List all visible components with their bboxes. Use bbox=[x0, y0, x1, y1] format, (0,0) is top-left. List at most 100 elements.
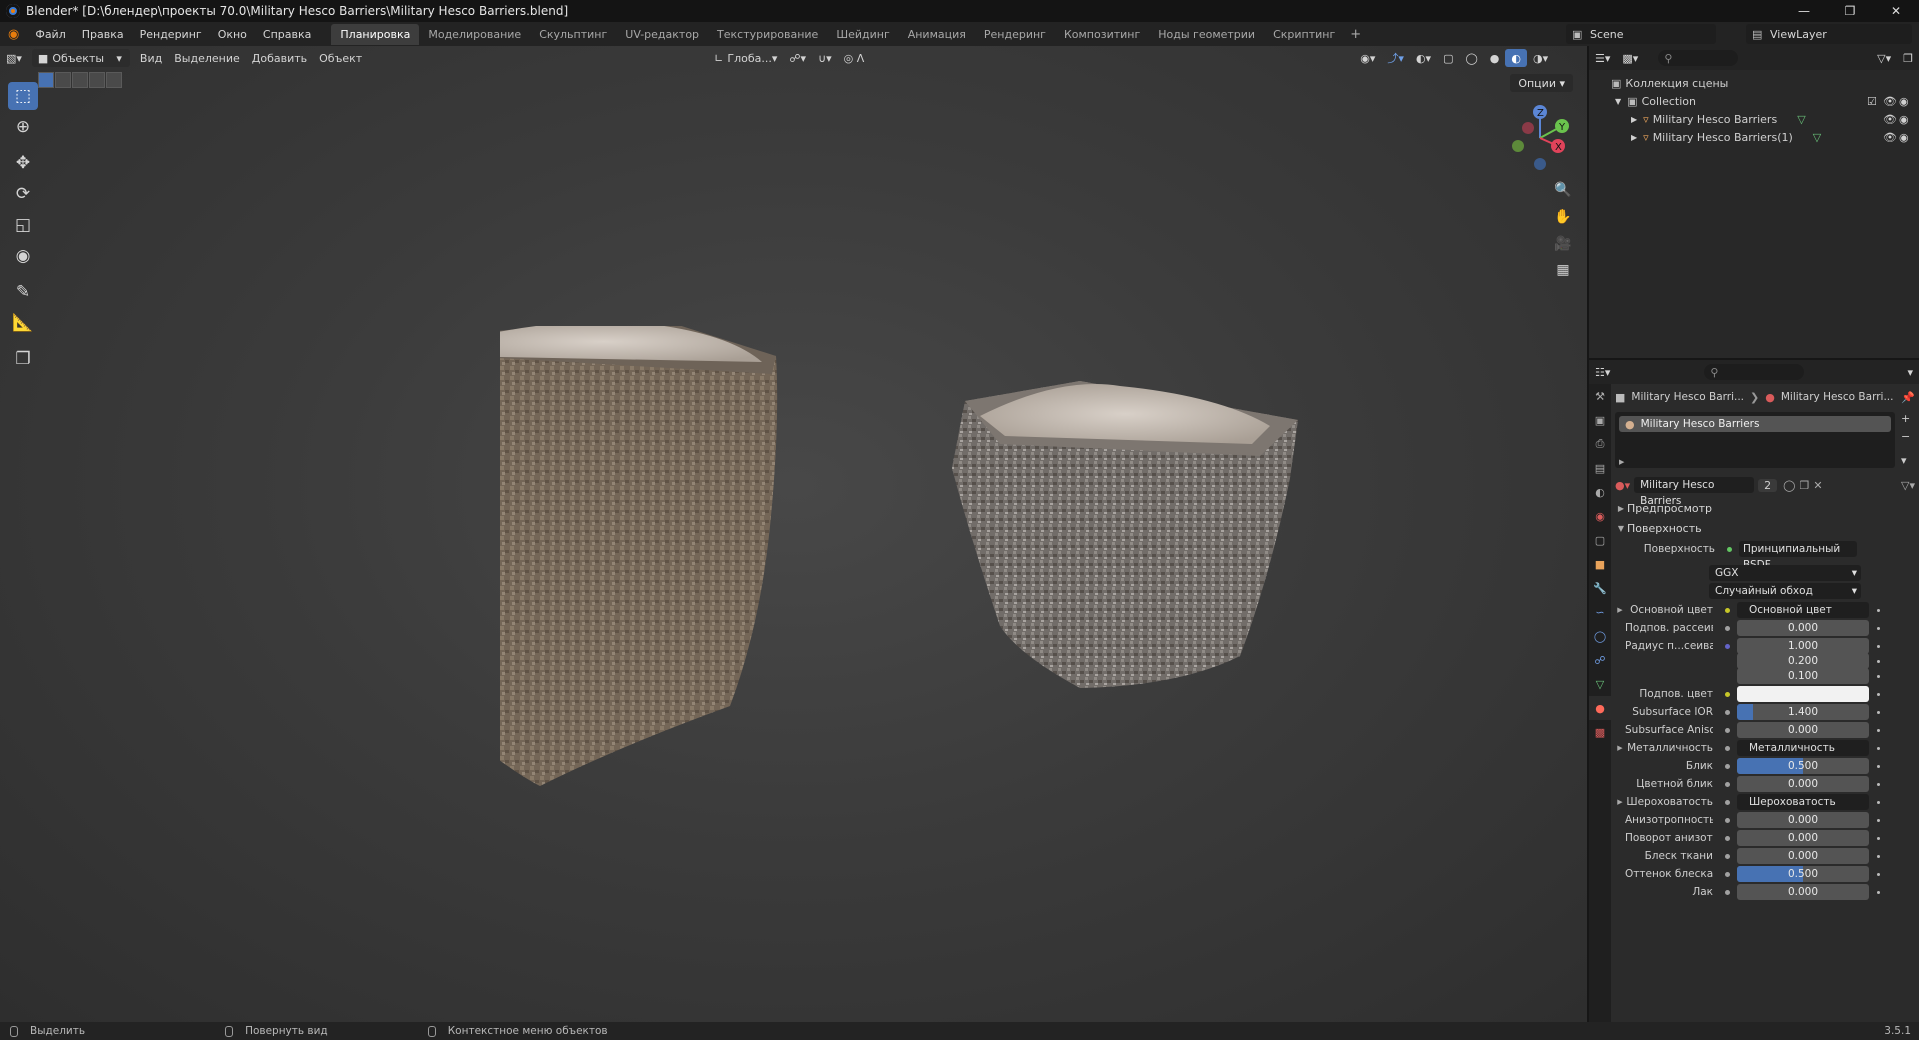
overlay-icon[interactable]: ◐▾ bbox=[1410, 49, 1437, 67]
keyframe-dot-icon[interactable] bbox=[1877, 728, 1880, 732]
menu-add[interactable]: Добавить bbox=[246, 49, 313, 67]
keyframe-dot-icon[interactable] bbox=[1877, 818, 1880, 822]
outliner-collection[interactable]: ▼ ▣ Collection ☑ 👁 ◉ bbox=[1589, 92, 1919, 110]
material-tab-icon[interactable]: ● bbox=[1589, 696, 1611, 720]
fake-user-icon[interactable]: ◯ bbox=[1783, 479, 1795, 492]
eye-icon[interactable]: 👁 bbox=[1883, 113, 1897, 126]
value-slider[interactable]: 0.500 bbox=[1737, 866, 1869, 882]
tab-modeling[interactable]: Моделирование bbox=[419, 24, 530, 45]
remove-slot-icon[interactable]: − bbox=[1901, 430, 1910, 443]
tab-texture-paint[interactable]: Текстурирование bbox=[708, 24, 827, 45]
keyframe-dot-icon[interactable] bbox=[1877, 746, 1880, 750]
transform-icon[interactable]: ◉ bbox=[8, 242, 38, 270]
select-invert-icon[interactable] bbox=[89, 72, 105, 88]
list-expand-icon[interactable]: ▶ bbox=[1619, 458, 1624, 466]
particles-tab-icon[interactable]: ∽ bbox=[1589, 600, 1611, 624]
linked-input-field[interactable]: Металличность bbox=[1737, 740, 1869, 756]
pan-hand-icon[interactable]: ✋ bbox=[1551, 205, 1575, 229]
outliner-scene-collection[interactable]: ▣ Коллекция сцены bbox=[1589, 74, 1919, 92]
tab-rendering[interactable]: Рендеринг bbox=[975, 24, 1055, 45]
add-slot-icon[interactable]: + bbox=[1901, 412, 1910, 425]
keyframe-dot-icon[interactable] bbox=[1877, 692, 1880, 696]
expand-link-icon[interactable]: ▶ bbox=[1615, 798, 1625, 806]
material-shading-icon[interactable]: ◐ bbox=[1505, 49, 1527, 67]
socket-icon[interactable] bbox=[1721, 763, 1733, 769]
proportional-edit-icon[interactable]: ◎ Λ bbox=[838, 49, 871, 67]
value-slider[interactable]: 0.000 bbox=[1737, 722, 1869, 738]
socket-icon[interactable] bbox=[1721, 781, 1733, 787]
value-slider[interactable]: 0.000 bbox=[1737, 812, 1869, 828]
socket-icon[interactable] bbox=[1721, 853, 1733, 859]
distribution-dropdown[interactable]: GGX ▾ bbox=[1709, 565, 1861, 581]
tab-compositing[interactable]: Композитинг bbox=[1055, 24, 1149, 45]
world-tab-icon[interactable]: ◉ bbox=[1589, 504, 1611, 528]
surface-shader-field[interactable]: Принципиальный BSDF bbox=[1739, 541, 1857, 571]
linked-input-field[interactable]: Основной цвет bbox=[1737, 602, 1869, 618]
value-slider[interactable]: 0.000 bbox=[1737, 620, 1869, 636]
outliner-editor-type-icon[interactable]: ☰▾ bbox=[1589, 49, 1616, 67]
chevron-down-icon[interactable]: ▾ bbox=[1901, 363, 1919, 381]
socket-icon[interactable] bbox=[1721, 817, 1733, 823]
annotate-icon[interactable]: ✎ bbox=[8, 278, 38, 306]
move-icon[interactable]: ✥ bbox=[8, 149, 38, 177]
expand-icon[interactable]: ▶ bbox=[1631, 133, 1637, 142]
restore-icon[interactable]: ❐ bbox=[1827, 0, 1873, 22]
unlink-material-icon[interactable]: ✕ bbox=[1813, 479, 1822, 492]
scale-icon[interactable]: ◱ bbox=[8, 211, 38, 239]
value-slider[interactable]: 0.000 bbox=[1737, 830, 1869, 846]
menu-help[interactable]: Справка bbox=[255, 28, 319, 41]
perspective-grid-icon[interactable]: ▦ bbox=[1551, 258, 1575, 282]
render-tab-icon[interactable]: ▣ bbox=[1589, 408, 1611, 432]
keyframe-dot-icon[interactable] bbox=[1877, 710, 1880, 714]
wireframe-shading-icon[interactable]: ◯ bbox=[1459, 49, 1483, 67]
value-slider[interactable]: 0.000 bbox=[1737, 848, 1869, 864]
value-slider[interactable]: 1.400 bbox=[1737, 704, 1869, 720]
select-subtract-icon[interactable] bbox=[72, 72, 88, 88]
minimize-icon[interactable]: — bbox=[1781, 0, 1827, 22]
pivot-icon[interactable]: ☍▾ bbox=[783, 49, 812, 67]
material-name-field[interactable]: Military Hesco Barriers bbox=[1634, 477, 1755, 507]
keyframe-dot-icon[interactable] bbox=[1877, 782, 1880, 786]
socket-icon[interactable] bbox=[1721, 709, 1733, 715]
new-collection-icon[interactable]: ❐ bbox=[1897, 49, 1919, 67]
socket-icon[interactable] bbox=[1721, 727, 1733, 733]
transform-orientation-dropdown[interactable]: ∟ Глоба... ▾ bbox=[708, 49, 783, 67]
snap-icon[interactable]: ∪▾ bbox=[812, 49, 838, 67]
surface-panel[interactable]: ▼ Поверхность bbox=[1615, 518, 1915, 538]
tab-scripting[interactable]: Скриптинг bbox=[1264, 24, 1344, 45]
editor-type-icon[interactable]: ▧▾ bbox=[0, 49, 28, 67]
render-camera-icon[interactable]: ◉ bbox=[1899, 131, 1909, 144]
subsurface-method-dropdown[interactable]: Случайный обход ▾ bbox=[1709, 583, 1861, 599]
tab-uv-editing[interactable]: UV-редактор bbox=[616, 24, 708, 45]
select-new-icon[interactable] bbox=[38, 72, 54, 88]
collection-tab-icon[interactable]: ▢ bbox=[1589, 528, 1611, 552]
menu-edit[interactable]: Правка bbox=[74, 28, 132, 41]
add-workspace-icon[interactable]: + bbox=[1344, 27, 1367, 42]
navigation-gizmo[interactable]: Z Y X bbox=[1500, 98, 1580, 178]
material-slot-item[interactable]: ● Military Hesco Barriers bbox=[1619, 416, 1891, 432]
modifier-tab-icon[interactable]: 🔧 bbox=[1589, 576, 1611, 600]
socket-icon[interactable] bbox=[1721, 745, 1733, 751]
add-cube-icon[interactable]: ❐ bbox=[8, 345, 38, 373]
3d-viewport[interactable]: ▧▾ ■ Объекты ▾ Вид Выделение Добавить Об… bbox=[0, 46, 1587, 1022]
mesh-data-tab-icon[interactable]: ▽ bbox=[1589, 672, 1611, 696]
socket-icon[interactable] bbox=[1721, 607, 1733, 613]
close-icon[interactable]: ✕ bbox=[1873, 0, 1919, 22]
menu-render[interactable]: Рендеринг bbox=[132, 28, 210, 41]
socket-icon[interactable] bbox=[1721, 625, 1733, 631]
outliner-search-input[interactable]: ⚲ bbox=[1658, 50, 1739, 66]
socket-icon[interactable] bbox=[1721, 799, 1733, 805]
keyframe-dot-icon[interactable] bbox=[1877, 800, 1880, 804]
keyframe-dot-icon[interactable] bbox=[1877, 890, 1880, 894]
measure-icon[interactable]: 📐 bbox=[8, 309, 38, 337]
properties-search-input[interactable]: ⚲ bbox=[1704, 364, 1805, 380]
tab-animation[interactable]: Анимация bbox=[899, 24, 975, 45]
node-tree-icon[interactable]: ▽▾ bbox=[1901, 479, 1915, 492]
outliner-object[interactable]: ▶ ▿ Military Hesco Barriers(1) ▽ 👁 ◉ bbox=[1589, 128, 1919, 146]
filter-icon[interactable]: ▽▾ bbox=[1871, 49, 1897, 67]
menu-select[interactable]: Выделение bbox=[168, 49, 246, 67]
tab-sculpting[interactable]: Скульптинг bbox=[530, 24, 616, 45]
duplicate-material-icon[interactable]: ❐ bbox=[1799, 479, 1809, 492]
outliner-object[interactable]: ▶ ▿ Military Hesco Barriers ▽ 👁 ◉ bbox=[1589, 110, 1919, 128]
view-layer-selector[interactable]: ▤ ViewLayer bbox=[1746, 24, 1912, 44]
